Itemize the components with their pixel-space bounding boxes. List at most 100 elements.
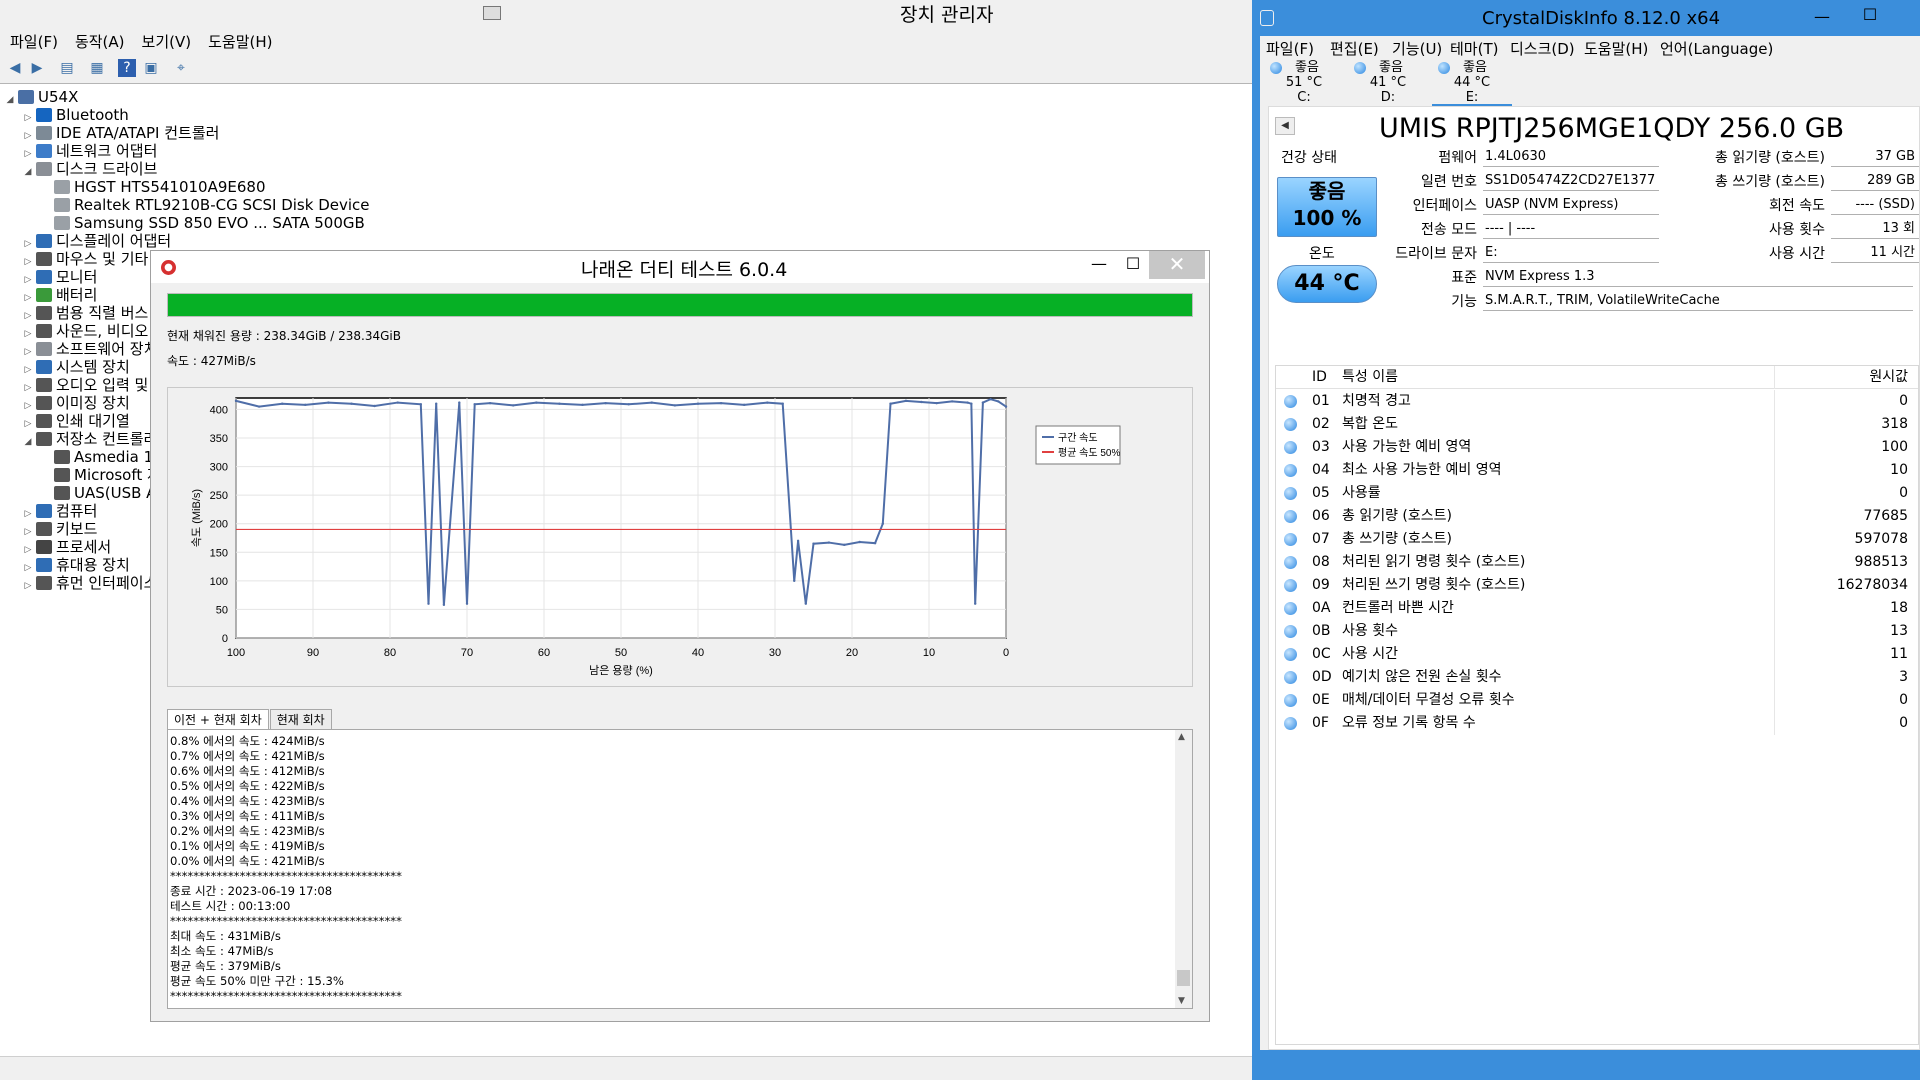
field-value[interactable]: 289 GB (1831, 171, 1919, 191)
attribute-raw: 988513 (1854, 554, 1908, 570)
previous-disk-icon[interactable]: ◀ (1275, 117, 1295, 135)
health-status-badge[interactable]: 좋음 100 % (1277, 177, 1377, 237)
monitor-icon (36, 270, 52, 284)
tab-current[interactable]: 현재 회차 (269, 709, 332, 731)
scan-hardware-icon[interactable]: ⌖ (172, 59, 190, 77)
menu-help[interactable]: 도움말(H) (208, 30, 272, 54)
field-label: 전송 모드 (1421, 222, 1477, 238)
table-row[interactable]: 07 총 쓰기량 (호스트) 597078 (1276, 528, 1918, 551)
field-value[interactable]: 37 GB (1831, 147, 1919, 167)
status-dot-icon (1284, 671, 1297, 684)
table-row[interactable]: 08 처리된 읽기 명령 횟수 (호스트) 988513 (1276, 551, 1918, 574)
field-value[interactable]: SS1D05474Z2CD27E1377 (1483, 171, 1659, 191)
attribute-id: 0B (1312, 623, 1331, 639)
x-tick-label: 30 (769, 647, 781, 659)
table-row[interactable]: 0F 오류 정보 기록 항목 수 0 (1276, 712, 1918, 735)
table-row[interactable]: 04 최소 사용 가능한 예비 영역 10 (1276, 459, 1918, 482)
attribute-name: 사용 시간 (1342, 646, 1398, 662)
table-row[interactable]: 03 사용 가능한 예비 영역 100 (1276, 436, 1918, 459)
table-row[interactable]: 01 치명적 경고 0 (1276, 390, 1918, 413)
menu-disk[interactable]: 디스크(D) (1510, 38, 1575, 59)
data-point (396, 401, 399, 404)
menu-view[interactable]: 보기(V) (142, 30, 192, 54)
table-row[interactable]: 0A 컨트롤러 바쁜 시간 18 (1276, 597, 1918, 620)
field-value[interactable]: 11 시간 (1831, 243, 1919, 263)
status-dot-icon (1284, 441, 1297, 454)
storage-icon (54, 468, 70, 482)
field-value[interactable]: S.M.A.R.T., TRIM, VolatileWriteCache (1483, 291, 1913, 311)
log-textarea[interactable]: 0.8% 에서의 속도 : 424MiB/s 0.7% 에서의 속도 : 421M… (167, 729, 1193, 1009)
data-point (458, 401, 461, 404)
expand-arrow-icon[interactable]: ▷ (22, 575, 34, 597)
menu-file[interactable]: 파일(F) (10, 30, 58, 54)
scroll-thumb[interactable] (1177, 970, 1190, 986)
field-label: 사용 시간 (1769, 246, 1825, 262)
field-value[interactable]: 1.4L0630 (1483, 147, 1659, 167)
menu-theme[interactable]: 테마(T) (1450, 38, 1498, 59)
table-row[interactable]: 0D 예기치 않은 전원 손실 횟수 3 (1276, 666, 1918, 689)
table-row[interactable]: 06 총 읽기량 (호스트) 77685 (1276, 505, 1918, 528)
temperature-badge[interactable]: 44 °C (1277, 265, 1377, 303)
table-row[interactable]: 05 사용률 0 (1276, 482, 1918, 505)
drive-temp: 51 °C (1285, 75, 1323, 90)
table-row[interactable]: 02 복합 온도 318 (1276, 413, 1918, 436)
drive-temp: 41 °C (1369, 75, 1407, 90)
console-tree-icon[interactable]: ▣ (142, 59, 160, 77)
table-row[interactable]: 0C 사용 시간 11 (1276, 643, 1918, 666)
log-line: 0.3% 에서의 속도 : 411MiB/s (170, 809, 325, 823)
table-row[interactable]: 0E 매체/데이터 무결성 오류 횟수 0 (1276, 689, 1918, 712)
field-value[interactable]: UASP (NVM Express) (1483, 195, 1659, 215)
drive-button-e[interactable]: 좋음 44 °C E: (1432, 60, 1512, 106)
back-arrow-icon[interactable]: ◀ (6, 59, 24, 77)
table-row[interactable]: 09 처리된 쓰기 명령 횟수 (호스트) 16278034 (1276, 574, 1918, 597)
expand-arrow-icon[interactable]: ◢ (4, 89, 16, 111)
maximize-icon[interactable]: ☐ (1113, 251, 1153, 279)
attribute-name: 예기치 않은 전원 손실 횟수 (1342, 669, 1502, 685)
attribute-raw: 100 (1881, 439, 1908, 455)
field-value[interactable]: E: (1483, 243, 1659, 263)
header-id[interactable]: ID (1312, 366, 1327, 389)
expand-arrow-icon[interactable]: ◢ (22, 431, 34, 453)
y-tick-label: 100 (210, 576, 228, 588)
drive-letter: D: (1380, 90, 1396, 105)
tab-previous-and-current[interactable]: 이전 + 현재 회차 (167, 709, 269, 731)
help-icon[interactable]: ? (118, 59, 136, 77)
menu-edit[interactable]: 편집(E) (1330, 38, 1379, 59)
log-scrollbar[interactable]: ▲ ▼ (1175, 730, 1192, 1008)
drive-button-c[interactable]: 좋음 51 °C C: (1264, 60, 1344, 106)
status-dot-icon (1284, 648, 1297, 661)
field-value[interactable]: ---- | ---- (1483, 219, 1659, 239)
show-hide-icon[interactable]: ▦ (88, 59, 106, 77)
drive-button-d[interactable]: 좋음 41 °C D: (1348, 60, 1428, 106)
status-dot-icon (1284, 464, 1297, 477)
menu-file[interactable]: 파일(F) (1266, 38, 1314, 59)
menu-function[interactable]: 기능(U) (1392, 38, 1442, 59)
expand-arrow-icon[interactable]: ◢ (22, 161, 34, 183)
minimize-icon[interactable]: — (1802, 4, 1842, 32)
field-value[interactable]: NVM Express 1.3 (1483, 267, 1913, 287)
menu-action[interactable]: 동작(A) (75, 30, 125, 54)
table-row[interactable]: 0B 사용 횟수 13 (1276, 620, 1918, 643)
status-dot-icon (1284, 556, 1297, 569)
attribute-id: 0F (1312, 715, 1329, 731)
attribute-id: 0A (1312, 600, 1331, 616)
status-dot-icon (1284, 510, 1297, 523)
forward-arrow-icon[interactable]: ▶ (28, 59, 46, 77)
crystaldiskinfo-window: CrystalDiskInfo 8.12.0 x64 — ☐ 파일(F) 편집(… (1252, 0, 1920, 1080)
menu-language[interactable]: 언어(Language) (1660, 38, 1773, 59)
disk-model: UMIS RPJTJ256MGE1QDY 256.0 GB (1379, 113, 1845, 144)
header-name[interactable]: 특성 이름 (1342, 366, 1398, 389)
field-value[interactable]: ---- (SSD) (1831, 195, 1919, 215)
close-icon[interactable]: ✕ (1149, 251, 1205, 279)
attribute-raw: 597078 (1854, 531, 1908, 547)
field-value[interactable]: 13 회 (1831, 219, 1919, 239)
scroll-down-icon[interactable]: ▼ (1178, 996, 1185, 1006)
maximize-icon[interactable]: ☐ (1850, 2, 1890, 30)
log-line: 테스트 시간 : 00:13:00 (170, 899, 291, 913)
properties-icon[interactable]: ▤ (58, 59, 76, 77)
field-label: 드라이브 문자 (1395, 246, 1477, 262)
menu-help[interactable]: 도움말(H) (1584, 38, 1648, 59)
header-raw[interactable]: 원시값 (1869, 366, 1908, 389)
scroll-up-icon[interactable]: ▲ (1178, 732, 1185, 742)
data-point (997, 400, 1000, 403)
